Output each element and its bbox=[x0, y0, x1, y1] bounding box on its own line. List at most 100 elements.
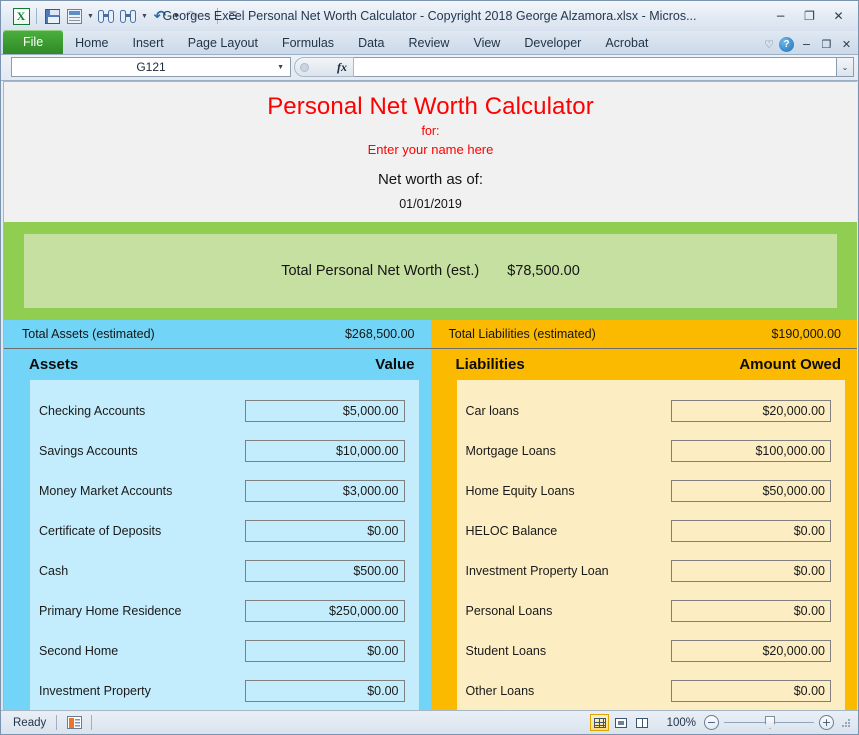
tab-home[interactable]: Home bbox=[63, 31, 120, 54]
assets-header-value: Value bbox=[375, 356, 414, 373]
qat-divider-2 bbox=[217, 8, 218, 24]
tab-formulas[interactable]: Formulas bbox=[270, 31, 346, 54]
worksheet-canvas[interactable]: Personal Net Worth Calculator for: Enter… bbox=[4, 82, 857, 710]
record-macro-icon[interactable] bbox=[63, 714, 85, 731]
close-workbook-icon[interactable]: ✕ bbox=[839, 38, 854, 51]
calculate-dropdown-icon[interactable]: ▼ bbox=[87, 13, 94, 20]
undo-dropdown-icon[interactable]: ▼ bbox=[173, 13, 180, 20]
page-break-view-icon[interactable] bbox=[632, 714, 651, 731]
minimize-ribbon-icon[interactable]: − bbox=[799, 38, 814, 51]
zoom-slider[interactable] bbox=[724, 715, 814, 730]
help-icon[interactable]: ? bbox=[779, 37, 794, 52]
excel-app-logo-icon[interactable]: X bbox=[11, 6, 31, 26]
liability-label: Student Loans bbox=[466, 644, 547, 658]
total-liabilities-label: Total Liabilities (estimated) bbox=[449, 327, 596, 341]
tab-insert[interactable]: Insert bbox=[121, 31, 176, 54]
ribbon-right-controls: ♡ ? − ❐ ✕ bbox=[764, 37, 858, 54]
tab-acrobat[interactable]: Acrobat bbox=[593, 31, 660, 54]
table-row: Other Loans $0.00 bbox=[457, 671, 846, 710]
for-label: for: bbox=[4, 122, 857, 140]
owner-name-field[interactable]: Enter your name here bbox=[4, 140, 857, 160]
zoom-out-button[interactable]: − bbox=[704, 715, 719, 730]
liability-label: Mortgage Loans bbox=[466, 444, 556, 458]
table-row: Second Home $0.00 bbox=[30, 631, 419, 671]
asset-value-cell[interactable]: $0.00 bbox=[245, 640, 405, 662]
assets-column: Total Assets (estimated) $268,500.00 Ass… bbox=[4, 320, 431, 710]
quick-access-toolbar: X ▼ ▼ ↶ ▼ ↷ ▼ ☰ bbox=[5, 6, 243, 26]
formula-input[interactable] bbox=[354, 57, 837, 77]
liability-value-cell[interactable]: $0.00 bbox=[671, 520, 831, 542]
table-row: Cash $500.00 bbox=[30, 551, 419, 591]
undo-icon[interactable]: ↶ bbox=[150, 6, 170, 26]
table-row: Home Equity Loans $50,000.00 bbox=[457, 471, 846, 511]
calculate-icon[interactable] bbox=[64, 6, 84, 26]
asset-value-cell[interactable]: $0.00 bbox=[245, 680, 405, 702]
favorite-icon[interactable]: ♡ bbox=[764, 38, 774, 51]
table-row: Student Loans $20,000.00 bbox=[457, 631, 846, 671]
resize-grip[interactable] bbox=[840, 717, 852, 729]
asset-label: Primary Home Residence bbox=[39, 604, 181, 618]
insert-function-icon[interactable]: fx bbox=[337, 60, 347, 75]
liability-value-cell[interactable]: $100,000.00 bbox=[671, 440, 831, 462]
status-right-controls: 100% − + bbox=[590, 714, 852, 731]
save-icon[interactable] bbox=[42, 6, 62, 26]
tab-developer[interactable]: Developer bbox=[512, 31, 593, 54]
net-worth-value: $78,500.00 bbox=[507, 263, 580, 279]
table-row: Certificate of Deposits $0.00 bbox=[30, 511, 419, 551]
find-dropdown-icon[interactable]: ▼ bbox=[141, 13, 148, 20]
asof-label: Net worth as of: bbox=[4, 160, 857, 194]
assets-header-label: Assets bbox=[29, 356, 78, 373]
liability-value-cell[interactable]: $0.00 bbox=[671, 560, 831, 582]
name-box-dropdown-icon[interactable]: ▼ bbox=[277, 64, 284, 71]
restore-button[interactable]: ❐ bbox=[796, 7, 823, 26]
page-layout-view-icon[interactable] bbox=[611, 714, 630, 731]
total-liabilities-value: $190,000.00 bbox=[771, 327, 841, 341]
qat-divider bbox=[36, 8, 37, 24]
liability-value-cell[interactable]: $20,000.00 bbox=[671, 640, 831, 662]
minimize-button[interactable]: − bbox=[767, 7, 794, 26]
table-row: HELOC Balance $0.00 bbox=[457, 511, 846, 551]
name-box[interactable]: G121 ▼ bbox=[11, 57, 291, 77]
tab-data[interactable]: Data bbox=[346, 31, 396, 54]
total-assets-row: Total Assets (estimated) $268,500.00 bbox=[4, 320, 431, 349]
zoom-slider-thumb[interactable] bbox=[765, 716, 775, 729]
title-bar: X ▼ ▼ ↶ ▼ ↷ ▼ ☰ Georges Excel Personal N… bbox=[1, 1, 858, 31]
restore-window-icon[interactable]: ❐ bbox=[819, 38, 834, 51]
asset-value-cell[interactable]: $3,000.00 bbox=[245, 480, 405, 502]
zoom-level[interactable]: 100% bbox=[660, 717, 696, 729]
asset-value-cell[interactable]: $0.00 bbox=[245, 520, 405, 542]
liability-value-cell[interactable]: $50,000.00 bbox=[671, 480, 831, 502]
liability-value-cell[interactable]: $0.00 bbox=[671, 680, 831, 702]
liability-label: HELOC Balance bbox=[466, 524, 558, 538]
page-title: Personal Net Worth Calculator bbox=[4, 92, 857, 122]
tab-review[interactable]: Review bbox=[396, 31, 461, 54]
worksheet-area: Personal Net Worth Calculator for: Enter… bbox=[3, 81, 857, 710]
asset-label: Checking Accounts bbox=[39, 404, 145, 418]
liability-value-cell[interactable]: $20,000.00 bbox=[671, 400, 831, 422]
customize-qat-icon[interactable]: ☰ bbox=[223, 6, 243, 26]
find-icon[interactable] bbox=[96, 6, 116, 26]
table-row: Savings Accounts $10,000.00 bbox=[30, 431, 419, 471]
asset-value-cell[interactable]: $10,000.00 bbox=[245, 440, 405, 462]
asset-label: Money Market Accounts bbox=[39, 484, 172, 498]
expand-formula-bar-icon[interactable]: ⌄ bbox=[837, 57, 854, 77]
find-options-icon[interactable] bbox=[118, 6, 138, 26]
assets-panel: Checking Accounts $5,000.00 Savings Acco… bbox=[30, 380, 419, 710]
asof-date-field[interactable]: 01/01/2019 bbox=[4, 194, 857, 214]
formula-bar: G121 ▼ fx ⌄ bbox=[1, 55, 858, 81]
liability-label: Personal Loans bbox=[466, 604, 553, 618]
normal-view-icon[interactable] bbox=[590, 714, 609, 731]
asset-value-cell[interactable]: $250,000.00 bbox=[245, 600, 405, 622]
asset-value-cell[interactable]: $5,000.00 bbox=[245, 400, 405, 422]
tab-file[interactable]: File bbox=[3, 30, 63, 54]
zoom-in-button[interactable]: + bbox=[819, 715, 834, 730]
liability-label: Investment Property Loan bbox=[466, 564, 609, 578]
tab-view[interactable]: View bbox=[461, 31, 512, 54]
liability-value-cell[interactable]: $0.00 bbox=[671, 600, 831, 622]
tab-page-layout[interactable]: Page Layout bbox=[176, 31, 270, 54]
view-buttons bbox=[590, 714, 651, 731]
close-button[interactable]: ✕ bbox=[825, 7, 852, 26]
asset-value-cell[interactable]: $500.00 bbox=[245, 560, 405, 582]
liabilities-column: Total Liabilities (estimated) $190,000.0… bbox=[431, 320, 858, 710]
status-text: Ready bbox=[5, 717, 56, 729]
